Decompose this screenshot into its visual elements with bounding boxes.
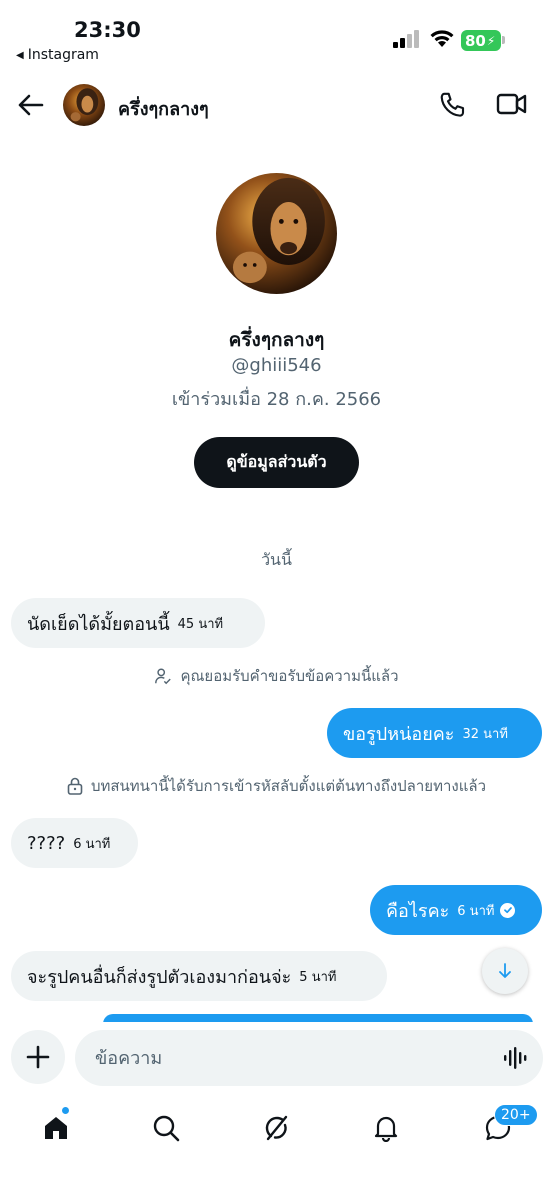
header-avatar[interactable] (63, 84, 105, 126)
phone-icon (440, 92, 465, 117)
date-separator: วันนี้ (261, 550, 292, 569)
status-bar: 23:30 ◀ Instagram 80 ⚡ (0, 0, 553, 70)
message-bubble-outgoing[interactable]: ขอรูปหน่อยคะ 32 นาที (327, 708, 542, 758)
arrow-left-icon (18, 94, 44, 116)
back-button[interactable] (14, 88, 48, 122)
battery-level: 80 (465, 31, 486, 50)
nav-grok[interactable] (256, 1108, 296, 1148)
encryption-text: บทสนทนานี้ได้รับการเข้ารหัสลับตั้งแต่ต้น… (90, 777, 487, 795)
plus-icon (26, 1045, 50, 1069)
encryption-note: บทสนทนานี้ได้รับการเข้ารหัสลับตั้งแต่ต้น… (0, 774, 553, 798)
message-time: 5 นาที (299, 969, 337, 985)
video-call-button[interactable] (496, 90, 530, 120)
lion-avatar-icon (216, 173, 337, 294)
arrow-down-icon (499, 963, 511, 978)
wifi-icon (430, 30, 454, 47)
lock-icon (67, 777, 83, 795)
message-text: นัดเย็ดได้มั้ยตอนนี้ (27, 613, 170, 635)
profile-joined-date: เข้าร่วมเมื่อ 28 ก.ค. 2566 (171, 389, 382, 410)
message-time: 32 นาที (462, 726, 508, 742)
search-icon (153, 1115, 180, 1142)
cellular-signal-icon (393, 30, 419, 48)
add-attachment-button[interactable] (11, 1030, 65, 1084)
battery-tip (502, 36, 505, 44)
message-bubble-incoming[interactable]: ???? 6 นาที (11, 818, 138, 868)
nav-notifications[interactable] (366, 1108, 406, 1148)
lion-avatar-icon (63, 84, 105, 126)
message-bubble-incoming[interactable]: นัดเย็ดได้มั้ยตอนนี้ 45 นาที (11, 598, 265, 648)
scroll-to-bottom-button[interactable] (482, 948, 528, 994)
message-bubble-incoming[interactable]: จะรูปคนอื่นก็ส่งรูปตัวเองมาก่อนจ่ะ 5 นาท… (11, 951, 387, 1001)
nav-home[interactable] (36, 1108, 76, 1148)
home-indicator (175, 1185, 378, 1191)
user-check-icon (155, 668, 172, 685)
battery-indicator: 80 ⚡ (461, 30, 501, 51)
clock: 23:30 (74, 18, 141, 42)
messages-badge: 20+ (494, 1104, 538, 1126)
message-text: ขอรูปหน่อยคะ (343, 723, 455, 745)
charging-icon: ⚡ (486, 33, 496, 48)
message-text: คือไรคะ (386, 900, 450, 922)
home-notification-dot (61, 1106, 70, 1115)
back-to-app-link[interactable]: ◀ Instagram (16, 47, 99, 63)
request-accepted-note: คุณยอมรับคำขอรับข้อความนี้แล้ว (0, 664, 553, 688)
message-text: จะรูปคนอื่นก็ส่งรูปตัวเองมาก่อนจ่ะ (27, 966, 292, 988)
voice-message-icon[interactable] (502, 1045, 528, 1071)
read-check-icon (500, 902, 516, 918)
view-profile-button[interactable]: ดูข้อมูลส่วนตัว (194, 437, 359, 488)
video-camera-icon (496, 93, 527, 115)
message-time: 6 นาที (73, 836, 111, 852)
message-composer (0, 1022, 553, 1094)
bell-icon (374, 1116, 398, 1142)
message-input[interactable] (75, 1030, 543, 1086)
back-triangle-icon: ◀ (16, 49, 24, 61)
bottom-navigation (0, 1100, 553, 1160)
grok-icon (265, 1115, 288, 1141)
request-accepted-text: คุณยอมรับคำขอรับข้อความนี้แล้ว (180, 667, 399, 685)
conversation-header: ครึ่งๆกลางๆ (0, 80, 553, 132)
message-time: 6 นาที (457, 903, 495, 919)
voice-call-button[interactable] (438, 90, 468, 120)
profile-name: ครึ่งๆกลางๆ (228, 329, 325, 351)
message-time: 45 นาที (177, 616, 224, 632)
profile-avatar[interactable] (216, 173, 337, 294)
home-icon (45, 1117, 67, 1139)
message-text: ???? (27, 832, 66, 854)
header-name[interactable]: ครึ่งๆกลางๆ (118, 94, 209, 123)
back-app-label: Instagram (27, 47, 99, 63)
nav-search[interactable] (146, 1108, 186, 1148)
message-bubble-outgoing[interactable]: คือไรคะ 6 นาที (370, 885, 542, 935)
profile-handle: @ghiii546 (231, 355, 322, 376)
